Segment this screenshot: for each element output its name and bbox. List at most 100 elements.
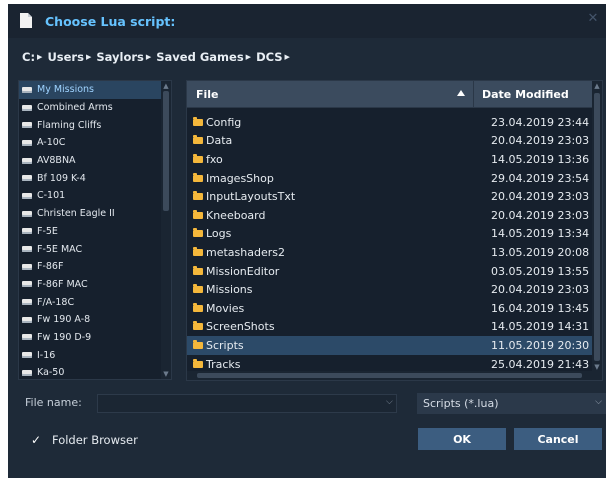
breadcrumb-item[interactable]: Saylors ▶ [96, 50, 156, 64]
file-row[interactable]: Logs 14.05.2019 13:34 [187, 225, 593, 244]
sidebar-item[interactable]: F-5E MAC [19, 240, 171, 258]
sidebar-item[interactable]: Flaming Cliffs [19, 116, 171, 134]
drive-icon [22, 139, 32, 146]
chevron-right-icon: ▶ [37, 53, 43, 61]
check-icon[interactable]: ✓ [30, 433, 42, 447]
scroll-up-arrow-icon[interactable]: ▲ [161, 81, 171, 91]
dialog-title: Choose Lua script: [45, 14, 176, 29]
cancel-button[interactable]: Cancel [514, 428, 602, 450]
sidebar-item[interactable]: Christen Eagle II [19, 205, 171, 223]
sidebar-item-label: A-10C [37, 137, 66, 149]
file-row[interactable]: Kneeboard 20.04.2019 23:03 [187, 206, 593, 225]
sidebar-item-label: Bf 109 K-4 [37, 172, 86, 184]
file-list-horizontal-scrollbar[interactable] [187, 371, 593, 380]
folder-icon [193, 153, 203, 163]
close-button[interactable]: ✕ [586, 12, 600, 26]
drive-icon [22, 175, 32, 182]
sidebar-item[interactable]: Ka-50 [19, 364, 171, 379]
sidebar-item-label: I-16 [37, 349, 56, 361]
sidebar-item[interactable]: F-86F [19, 258, 171, 276]
drive-icon [22, 228, 32, 235]
scroll-down-arrow-icon[interactable]: ▼ [161, 369, 171, 379]
file-name: Movies [206, 301, 245, 315]
sidebar-item[interactable]: Fw 190 D-9 [19, 329, 171, 347]
folder-icon [193, 302, 203, 312]
breadcrumb-item[interactable]: Users ▶ [47, 50, 96, 64]
sidebar-item-label: Combined Arms [37, 102, 113, 114]
file-row[interactable]: Config 23.04.2019 23:44 [187, 113, 593, 132]
file-row[interactable]: Movies 16.04.2019 13:45 [187, 299, 593, 318]
sidebar-item-label: Fw 190 D-9 [37, 331, 92, 343]
sidebar-item[interactable]: I-16 [19, 346, 171, 364]
breadcrumb-item[interactable]: Saved Games ▶ [156, 50, 256, 64]
title-bar: Choose Lua script: ✕ [8, 4, 606, 38]
file-row[interactable]: MissionEditor 03.05.2019 13:55 [187, 262, 593, 281]
folder-browser-toggle[interactable]: ✓ Folder Browser [30, 433, 138, 447]
file-row[interactable]: fxo 14.05.2019 13:36 [187, 150, 593, 169]
folder-icon [193, 209, 203, 219]
file-date-modified: 20.04.2019 23:03 [491, 134, 590, 148]
places-scrollbar-thumb[interactable] [163, 91, 169, 211]
sidebar-item[interactable]: F/A-18C [19, 293, 171, 311]
file-date-modified: 14.05.2019 13:34 [491, 227, 590, 241]
sidebar-item-label: F-86F [37, 261, 64, 273]
scroll-down-arrow-icon[interactable]: ▼ [592, 362, 602, 372]
column-header-file[interactable]: File [187, 81, 474, 107]
places-scrollbar[interactable]: ▲ ▼ [161, 81, 171, 379]
sidebar-item[interactable]: F-86F MAC [19, 276, 171, 294]
file-name: Missions [206, 283, 253, 297]
sidebar-item[interactable]: A-10C [19, 134, 171, 152]
chevron-down-icon: ⌵ [595, 397, 602, 407]
file-date-modified: 20.04.2019 23:03 [491, 283, 590, 297]
ok-button[interactable]: OK [418, 428, 506, 450]
file-date-modified: 11.05.2019 20:30 [491, 338, 590, 352]
sidebar-item[interactable]: C-101 [19, 187, 171, 205]
file-name: Kneeboard [206, 208, 266, 222]
sidebar-item[interactable]: My Missions [19, 81, 171, 99]
folder-icon [193, 116, 203, 126]
file-row[interactable]: Missions 20.04.2019 23:03 [187, 280, 593, 299]
drive-icon [22, 334, 32, 341]
file-type-filter-select[interactable]: Scripts (*.lua) ⌵ [417, 393, 606, 414]
file-name: MissionEditor [206, 264, 280, 278]
file-name: Scripts [206, 338, 244, 352]
sidebar-item[interactable]: Fw 190 A-8 [19, 311, 171, 329]
file-row[interactable]: InputLayoutsTxt 20.04.2019 23:03 [187, 187, 593, 206]
sidebar-item[interactable]: AV8BNA [19, 152, 171, 170]
file-list-vscroll-thumb[interactable] [594, 93, 600, 361]
scroll-up-arrow-icon[interactable]: ▲ [592, 81, 602, 91]
chevron-down-icon[interactable]: ⌵ [386, 397, 393, 407]
column-header-date-label: Date Modified [482, 87, 569, 101]
file-date-modified: 29.04.2019 23:54 [491, 171, 590, 185]
file-list-vertical-scrollbar[interactable]: ▲ ▼ [592, 81, 602, 380]
file-name: fxo [206, 152, 223, 166]
file-row[interactable]: Data 20.04.2019 23:03 [187, 132, 593, 151]
folder-icon [193, 265, 203, 275]
sidebar-item[interactable]: F-5E [19, 223, 171, 241]
file-row[interactable]: ImagesShop 29.04.2019 23:54 [187, 169, 593, 188]
sidebar-item[interactable]: Bf 109 K-4 [19, 169, 171, 187]
drive-icon [22, 192, 32, 199]
sidebar-item-label: C-101 [37, 190, 66, 202]
breadcrumb-item[interactable]: C: ▶ [22, 50, 47, 64]
sidebar-item[interactable]: Combined Arms [19, 99, 171, 117]
file-row[interactable]: Scripts 11.05.2019 20:30 [187, 336, 593, 355]
sort-ascending-icon [457, 90, 465, 96]
file-date-modified: 20.04.2019 23:03 [491, 208, 590, 222]
drive-icon [22, 86, 32, 93]
breadcrumb-item[interactable]: DCS ▶ [256, 50, 295, 64]
file-date-modified: 14.05.2019 14:31 [491, 320, 590, 334]
chevron-right-icon: ▶ [85, 53, 92, 61]
folder-icon [193, 339, 203, 349]
folder-icon [193, 172, 203, 182]
sidebar-item-label: Ka-50 [37, 367, 65, 379]
file-row[interactable]: ScreenShots 14.05.2019 14:31 [187, 318, 593, 337]
file-name-input[interactable] [97, 394, 397, 413]
folder-icon [193, 191, 203, 201]
file-list-hscroll-thumb[interactable] [197, 373, 582, 378]
column-header-date-modified[interactable]: Date Modified [474, 81, 593, 107]
folder-icon [193, 228, 203, 238]
file-name: metashaders2 [206, 245, 285, 259]
drive-icon [22, 157, 32, 164]
file-row[interactable]: metashaders2 13.05.2019 20:08 [187, 243, 593, 262]
